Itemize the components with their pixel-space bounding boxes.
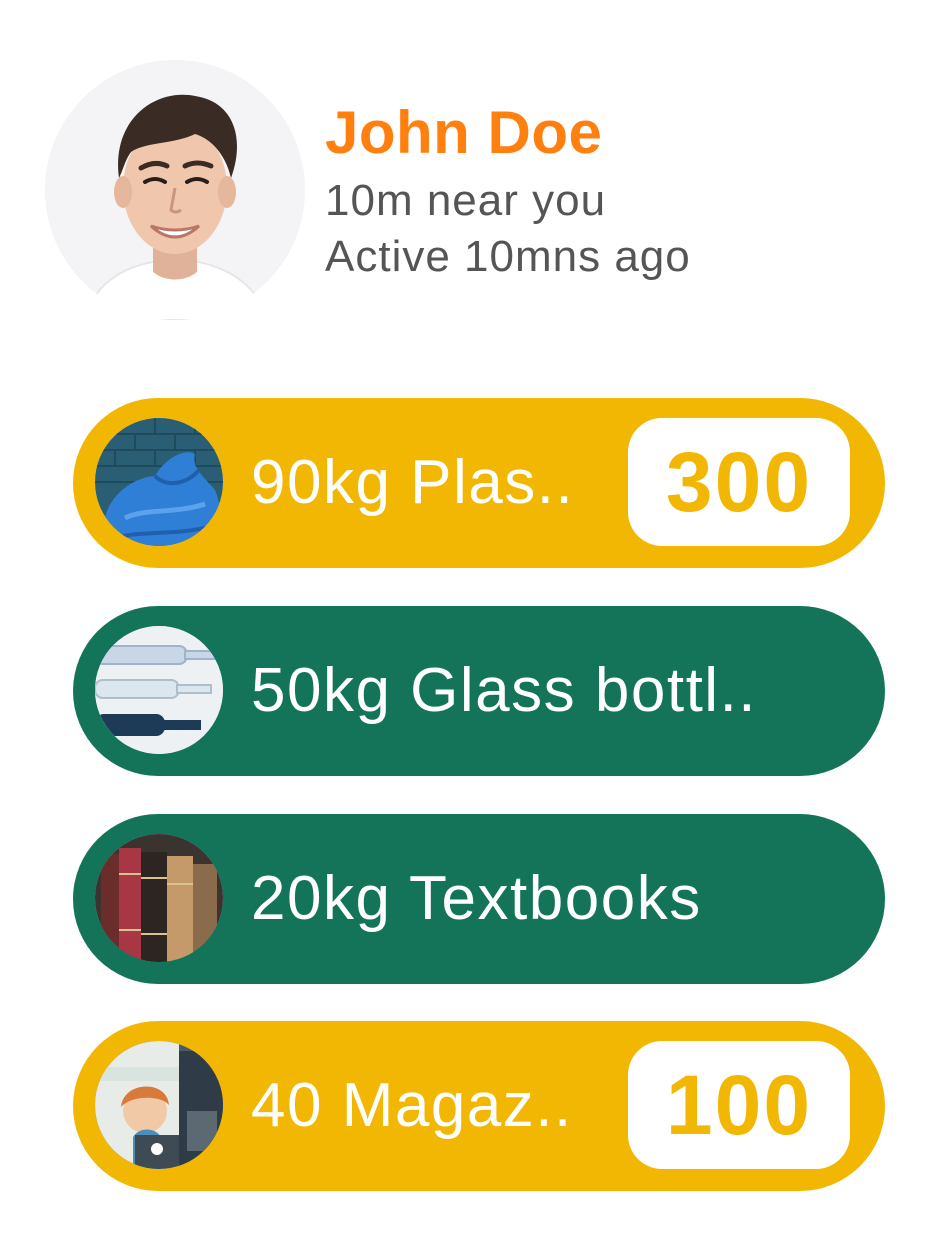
textbooks-thumbnail xyxy=(95,834,223,962)
magazines-thumbnail xyxy=(95,1041,223,1169)
glass-bottles-thumbnail xyxy=(95,626,223,754)
plastic-bag-thumbnail xyxy=(95,418,223,546)
distance-text: 10m near you xyxy=(325,176,607,225)
points-badge: 100 xyxy=(628,1041,850,1169)
item-label: 40 Magaz.. xyxy=(251,1071,573,1140)
item-label: 20kg Textbooks xyxy=(251,864,702,933)
item-label: 90kg Plas.. xyxy=(251,448,575,517)
points-badge: 300 xyxy=(628,418,850,546)
avatar-image xyxy=(45,60,305,320)
points-value: 300 xyxy=(665,435,813,529)
points-value: 100 xyxy=(665,1058,813,1152)
item-card-glass-bottles[interactable]: 50kg Glass bottl.. xyxy=(73,606,885,776)
user-name: John Doe xyxy=(325,99,603,166)
profile-header: John Doe 10m near you Active 10mns ago xyxy=(0,0,944,340)
item-card-plastic[interactable]: 90kg Plas.. 300 xyxy=(73,398,885,568)
activity-status: Active 10mns ago xyxy=(325,232,691,281)
item-label: 50kg Glass bottl.. xyxy=(251,656,758,725)
item-card-magazines[interactable]: 40 Magaz.. 100 xyxy=(73,1021,885,1191)
item-card-textbooks[interactable]: 20kg Textbooks xyxy=(73,814,885,984)
avatar[interactable] xyxy=(45,60,305,320)
